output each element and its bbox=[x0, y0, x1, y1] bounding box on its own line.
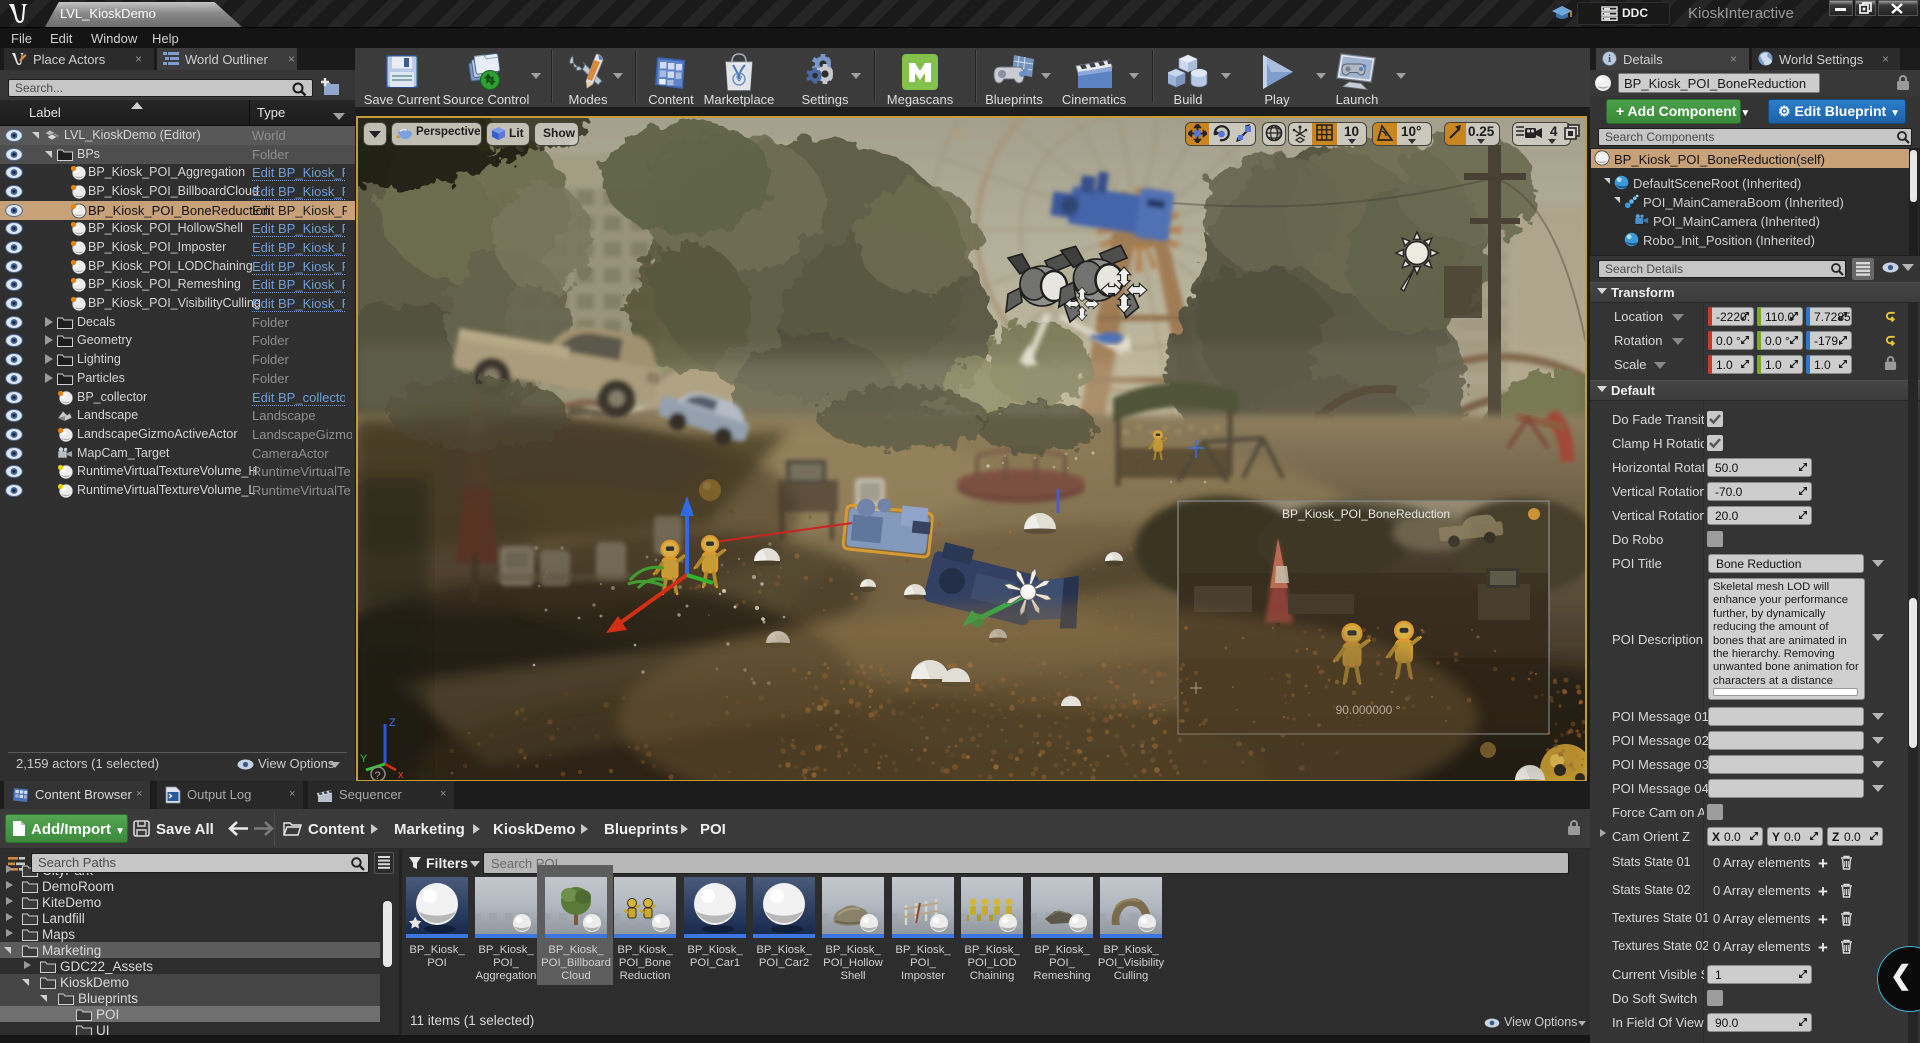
svg-text:i: i bbox=[1608, 54, 1611, 65]
